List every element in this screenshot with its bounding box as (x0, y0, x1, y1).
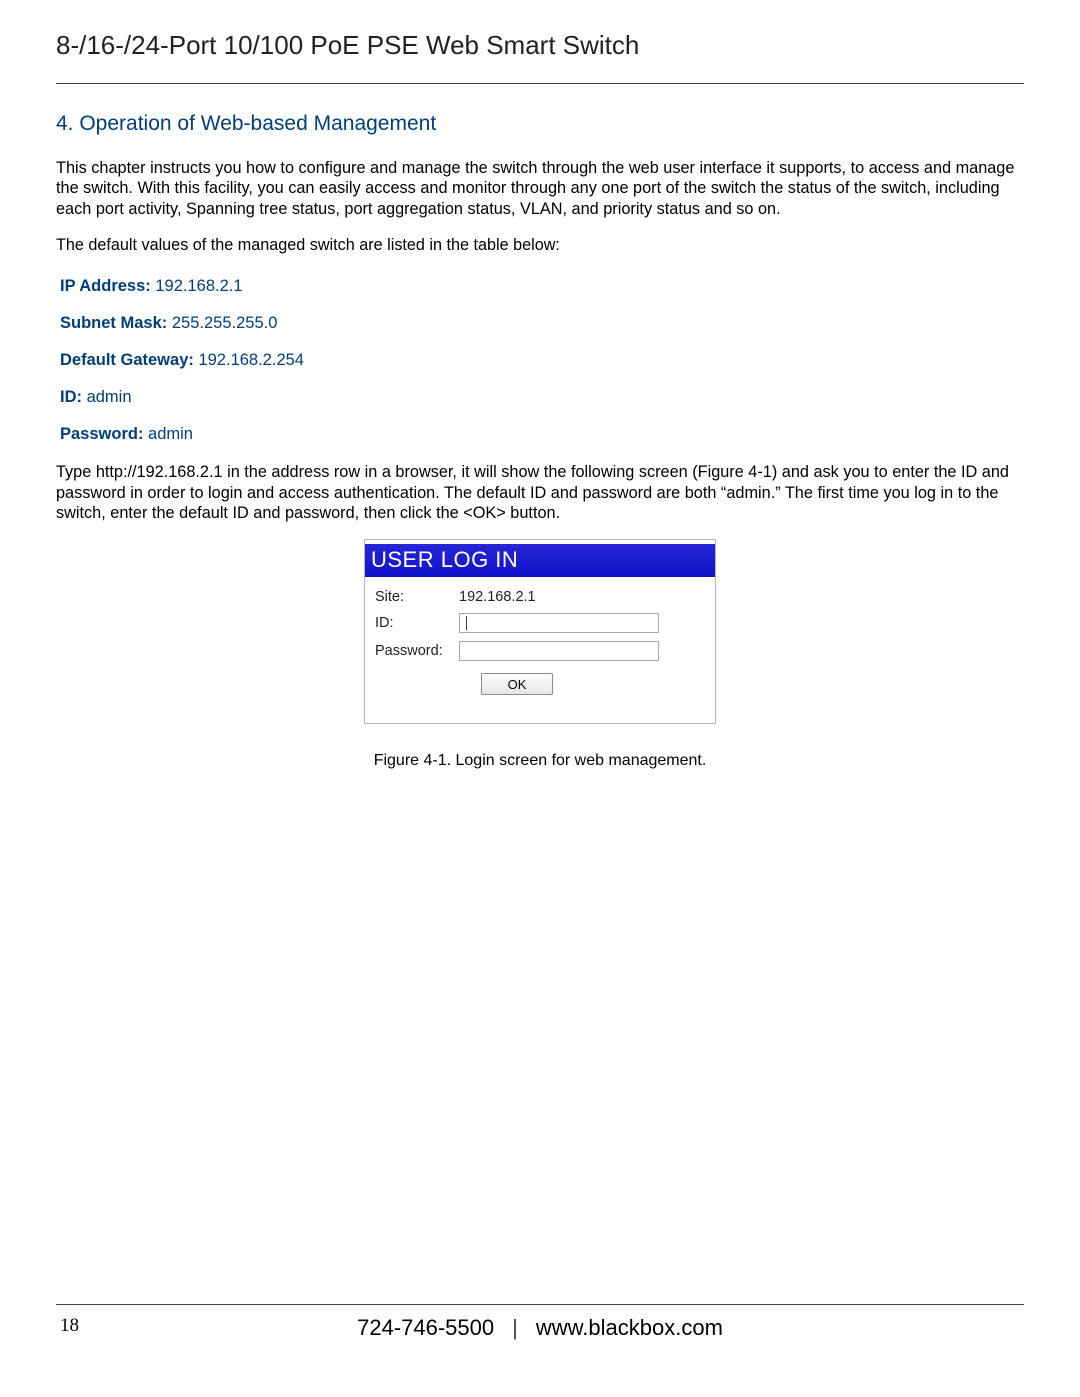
default-row-gateway: Default Gateway: 192.168.2.254 (60, 351, 1024, 370)
defaults-list: IP Address: 192.168.2.1 Subnet Mask: 255… (60, 277, 1024, 444)
defaults-lead: The default values of the managed switch… (56, 235, 1024, 255)
default-key: Subnet Mask: (60, 314, 167, 332)
footer-phone: 724-746-5500 (357, 1315, 494, 1341)
default-row-ip: IP Address: 192.168.2.1 (60, 277, 1024, 296)
login-password-label: Password: (375, 643, 459, 659)
footer-url: www.blackbox.com (536, 1315, 723, 1341)
document-title: 8-/16-/24-Port 10/100 PoE PSE Web Smart … (56, 30, 1024, 61)
text-cursor-icon (466, 616, 467, 630)
footer-separator: | (512, 1315, 518, 1341)
default-key: ID: (60, 388, 82, 406)
default-value: 255.255.255.0 (167, 314, 277, 332)
default-value: 192.168.2.1 (151, 277, 243, 295)
after-defaults-paragraph: Type http://192.168.2.1 in the address r… (56, 462, 1024, 523)
page-footer: 18 724-746-5500 | www.blackbox.com (56, 1304, 1024, 1341)
login-title: USER LOG IN (365, 544, 715, 577)
ok-button[interactable]: OK (481, 673, 553, 695)
section-heading: 4. Operation of Web-based Management (56, 112, 1024, 136)
default-key: IP Address: (60, 277, 151, 295)
figure-caption: Figure 4-1. Login screen for web managem… (56, 752, 1024, 770)
login-panel: USER LOG IN Site: 192.168.2.1 ID: Passwo… (364, 539, 716, 724)
default-row-mask: Subnet Mask: 255.255.255.0 (60, 314, 1024, 333)
footer-rule (56, 1304, 1024, 1305)
header-rule (56, 83, 1024, 84)
login-site-label: Site: (375, 589, 459, 605)
login-site-row: Site: 192.168.2.1 (369, 585, 711, 609)
page-number: 18 (60, 1315, 79, 1337)
default-value: 192.168.2.254 (194, 351, 304, 369)
login-id-row: ID: (369, 609, 711, 637)
login-site-value: 192.168.2.1 (459, 589, 536, 605)
default-key: Password: (60, 425, 143, 443)
login-id-input[interactable] (459, 613, 659, 633)
login-id-label: ID: (375, 615, 459, 631)
default-value: admin (82, 388, 132, 406)
default-row-password: Password: admin (60, 425, 1024, 444)
default-key: Default Gateway: (60, 351, 194, 369)
default-value: admin (143, 425, 193, 443)
default-row-id: ID: admin (60, 388, 1024, 407)
login-password-row: Password: (369, 637, 711, 665)
intro-paragraph: This chapter instructs you how to config… (56, 158, 1024, 219)
login-password-input[interactable] (459, 641, 659, 661)
